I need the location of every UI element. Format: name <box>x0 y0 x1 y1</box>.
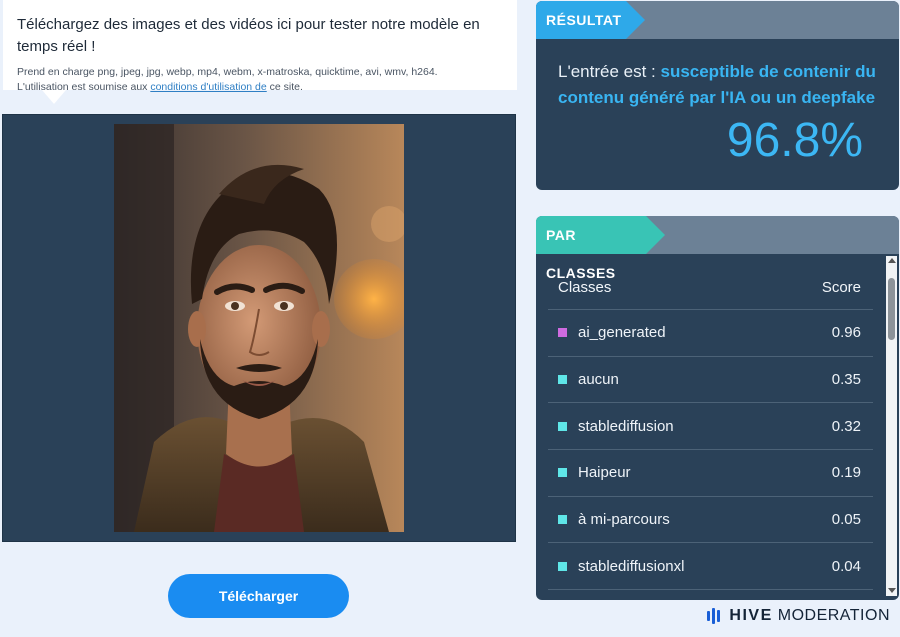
result-text: L'entrée est : susceptible de contenir d… <box>536 39 899 111</box>
result-tag: RÉSULTAT <box>536 1 645 39</box>
class-color-swatch-icon <box>558 468 567 478</box>
classes-table-header: Classes Score <box>548 266 873 310</box>
class-row-label: aucun <box>558 371 619 388</box>
upload-button[interactable]: Télécharger <box>168 574 349 618</box>
class-row-label: Haipeur <box>558 464 631 481</box>
class-row-label: à mi-parcours <box>558 511 670 528</box>
class-score: 0.05 <box>831 511 861 529</box>
class-row: aucun 0.35 <box>548 357 873 404</box>
class-color-swatch-icon <box>558 421 567 431</box>
class-score: 0.32 <box>831 417 861 435</box>
class-row: stablediffusion 0.32 <box>548 403 873 451</box>
result-card: RÉSULTAT L'entrée est : susceptible de c… <box>536 1 899 190</box>
classes-table: Classes Score ai_generated 0.96 aucun 0.35 s… <box>548 266 873 591</box>
uploaded-portrait-image <box>114 124 404 532</box>
classes-card-header: PAR CLASSES <box>536 216 899 281</box>
class-row-label: stablediffusionxl <box>558 558 684 575</box>
result-card-header: RÉSULTAT <box>536 1 899 39</box>
class-name: aucun <box>578 371 619 389</box>
terms-suffix: ce site. <box>266 81 303 93</box>
result-percentage: 96.8% <box>726 114 863 167</box>
class-score: 0.96 <box>831 324 861 342</box>
classes-card: PAR CLASSES Classes Score ai_generated 0.… <box>536 216 899 600</box>
class-name: ai_generated <box>578 324 666 342</box>
terms-line: L'utilisation est soumise aux conditions… <box>17 80 503 95</box>
hive-logo-icon <box>707 608 722 624</box>
class-color-swatch-icon <box>558 561 567 571</box>
class-row: stablediffusionxl 0.04 <box>548 543 873 591</box>
result-lead: L'entrée est : <box>558 62 661 81</box>
class-row-label: stablediffusion <box>558 418 674 435</box>
supported-formats-text: Prend en charge png, jpeg, jpg, webp, mp… <box>17 65 503 95</box>
class-row: ai_generated 0.96 <box>548 310 873 357</box>
class-color-swatch-icon <box>558 375 567 385</box>
brand-logo: HIVE MODERATION <box>707 606 890 626</box>
classes-tag: PAR CLASSES <box>536 216 665 281</box>
classes-scrollbar[interactable] <box>886 256 897 596</box>
class-row: à mi-parcours 0.05 <box>548 497 873 544</box>
class-name: stablediffusionxl <box>578 557 685 575</box>
scroll-thumb[interactable] <box>888 278 895 340</box>
upload-info-card: Téléchargez des images et des vidéos ici… <box>3 0 517 93</box>
class-name: Haipeur <box>578 464 631 482</box>
brand-name: HIVE <box>729 607 773 624</box>
terms-link[interactable]: conditions d'utilisation de <box>150 81 266 93</box>
class-score: 0.35 <box>831 371 861 389</box>
upload-instructions-title: Téléchargez des images et des vidéos ici… <box>17 16 480 55</box>
terms-prefix: L'utilisation est soumise aux <box>17 81 151 93</box>
formats-line: Prend en charge png, jpeg, jpg, webp, mp… <box>17 66 438 78</box>
class-score: 0.04 <box>831 557 861 575</box>
class-color-swatch-icon <box>558 328 567 338</box>
class-score: 0.19 <box>831 464 861 482</box>
class-color-swatch-icon <box>558 515 567 525</box>
scroll-down-arrow-icon[interactable] <box>888 588 896 593</box>
header-score: Score <box>821 279 861 296</box>
class-row: Haipeur 0.19 <box>548 450 873 497</box>
image-preview-panel <box>2 114 516 542</box>
brand-product: MODERATION <box>777 607 890 624</box>
header-classes: Classes <box>558 279 612 296</box>
classes-rows: ai_generated 0.96 aucun 0.35 stablediffusion… <box>548 310 873 591</box>
class-name: stablediffusion <box>578 417 674 435</box>
class-name: à mi-parcours <box>578 511 670 529</box>
class-row-label: ai_generated <box>558 324 666 341</box>
scroll-up-arrow-icon[interactable] <box>888 258 896 263</box>
info-card-pointer <box>42 90 66 104</box>
